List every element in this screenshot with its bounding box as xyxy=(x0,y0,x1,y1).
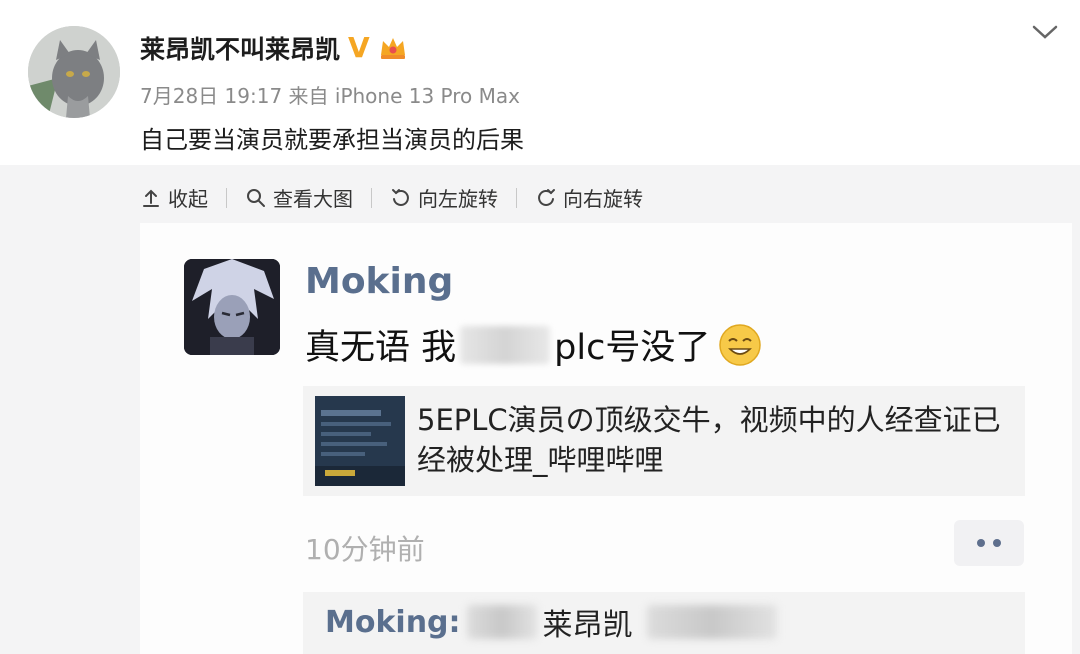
collapse-label: 收起 xyxy=(168,187,208,211)
post-text: 自己要当演员就要承担当演员的后果 xyxy=(140,126,524,154)
post-source: 来自 iPhone 13 Pro Max xyxy=(288,84,520,108)
comment-line: Moking: 莱昂凯 xyxy=(325,600,777,644)
embedded-screenshot[interactable]: Moking 真无语 我 plc号没了 5EPLC演员の顶级交牛，视频中的人经查… xyxy=(140,223,1072,654)
rotate-right-label: 向右旋转 xyxy=(563,187,643,211)
toolbar-divider xyxy=(371,187,372,208)
media-area: 收起 查看大图 向左旋转 向右旋转 Moking 真无语 我 plc号没了 5E… xyxy=(0,165,1080,654)
comment-text: 莱昂凯 xyxy=(542,608,633,643)
rotate-left-icon xyxy=(392,188,409,206)
author-line: 莱昂凯不叫莱昂凯 V xyxy=(140,30,408,66)
rotate-left-label: 向左旋转 xyxy=(418,187,498,211)
collapse-icon xyxy=(143,189,159,207)
grinning-emoji-icon xyxy=(719,323,762,366)
member-crown-icon xyxy=(378,33,408,63)
redacted-text xyxy=(646,605,777,639)
toolbar-divider xyxy=(516,187,517,208)
chevron-down-icon[interactable] xyxy=(1030,22,1060,42)
toolbar-divider xyxy=(226,187,227,208)
rotate-right-button[interactable]: 向右旋转 xyxy=(535,183,643,212)
comment-user-name: Moking: xyxy=(325,604,461,640)
screenshot-user-name: Moking xyxy=(305,261,454,302)
view-large-label: 查看大图 xyxy=(273,187,353,211)
more-dots-icon xyxy=(954,520,1024,566)
post-timestamp: 7月28日 19:17 xyxy=(140,84,283,108)
link-title: 5EPLC演员の顶级交牛，视频中的人经查证已经被处理_哔哩哔哩 xyxy=(417,403,1001,477)
author-name[interactable]: 莱昂凯不叫莱昂凯 xyxy=(140,30,340,66)
screenshot-post-text: 真无语 我 plc号没了 xyxy=(305,319,762,370)
link-thumbnail xyxy=(315,396,405,486)
screenshot-time: 10分钟前 xyxy=(305,533,425,566)
comment-preview: Moking: 莱昂凯 xyxy=(303,592,1025,654)
link-card: 5EPLC演员の顶级交牛，视频中的人经查证已经被处理_哔哩哔哩 xyxy=(303,386,1025,496)
image-toolbar: 收起 查看大图 向左旋转 向右旋转 xyxy=(140,183,643,212)
post-meta: 7月28日 19:17 来自 iPhone 13 Pro Max xyxy=(140,80,520,109)
search-icon xyxy=(247,188,265,207)
collapse-button[interactable]: 收起 xyxy=(140,183,208,212)
redacted-text xyxy=(466,605,537,639)
rotate-right-icon xyxy=(538,188,555,206)
verified-badge: V xyxy=(348,31,370,64)
screenshot-avatar xyxy=(184,259,280,355)
redacted-text xyxy=(460,325,551,364)
author-avatar[interactable] xyxy=(28,26,120,118)
screenshot-text-after: plc号没了 xyxy=(554,328,711,368)
view-large-button[interactable]: 查看大图 xyxy=(245,183,353,212)
rotate-left-button[interactable]: 向左旋转 xyxy=(390,183,498,212)
screenshot-text-before: 真无语 我 xyxy=(305,328,457,368)
